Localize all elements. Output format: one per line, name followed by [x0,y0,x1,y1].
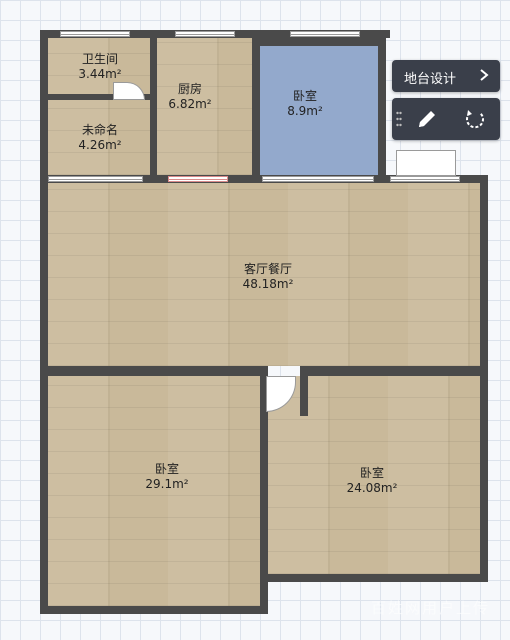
wall [260,574,488,582]
window [168,176,228,182]
wall [252,38,260,183]
room-name: 厨房 [177,82,202,96]
window [60,31,130,37]
wall [378,30,386,183]
room-area: 29.1m² [145,477,189,491]
window [390,176,460,182]
room-name: 未命名 [81,123,118,137]
floor-plan: 卫生间 3.44m² 未命名 4.26m² 厨房 6.82m² 卧室 8.9m²… [0,0,510,640]
room-label-unnamed: 未命名 4.26m² [70,123,130,153]
wall [480,175,488,582]
rotate-icon[interactable] [464,108,486,134]
room-area: 6.82m² [168,97,212,111]
window [48,176,143,182]
door [396,150,456,176]
room-area: 24.08m² [346,481,398,495]
room-label-living-dining: 客厅餐厅 48.18m² [228,262,308,292]
balcony-design-label: 地台设计 [404,72,457,87]
drag-handle-icon[interactable] [396,110,402,132]
room-label-bathroom: 卫生间 3.44m² [70,52,130,82]
room-label-kitchen: 厨房 6.82m² [160,82,220,112]
room-area: 3.44m² [78,67,122,81]
wall [40,366,268,376]
window [175,31,235,37]
window [290,31,360,37]
chevron-right-icon [478,68,490,86]
room-name: 卧室 [292,89,317,103]
room-name: 客厅餐厅 [243,262,292,276]
watermark: 百姓网用户上传 [370,599,490,617]
room-name: 卧室 [359,466,384,480]
wall [150,38,157,183]
room-label-bedroom-small: 卧室 8.9m² [275,89,335,119]
room-area: 48.18m² [242,277,294,291]
room-area: 8.9m² [287,104,323,118]
room-name: 卧室 [154,462,179,476]
wall [300,366,308,416]
wall [300,366,488,376]
wall [40,606,268,614]
room-label-bedroom-right: 卧室 24.08m² [337,466,407,496]
wall [40,30,48,614]
window [262,176,374,182]
balcony-design-button[interactable]: 地台设计 [392,60,500,92]
pencil-icon[interactable] [416,108,438,134]
room-label-bedroom-left: 卧室 29.1m² [137,462,197,492]
edit-toolbar [392,98,500,140]
room-name: 卫生间 [81,52,118,66]
wall [260,38,386,46]
room-area: 4.26m² [78,138,122,152]
